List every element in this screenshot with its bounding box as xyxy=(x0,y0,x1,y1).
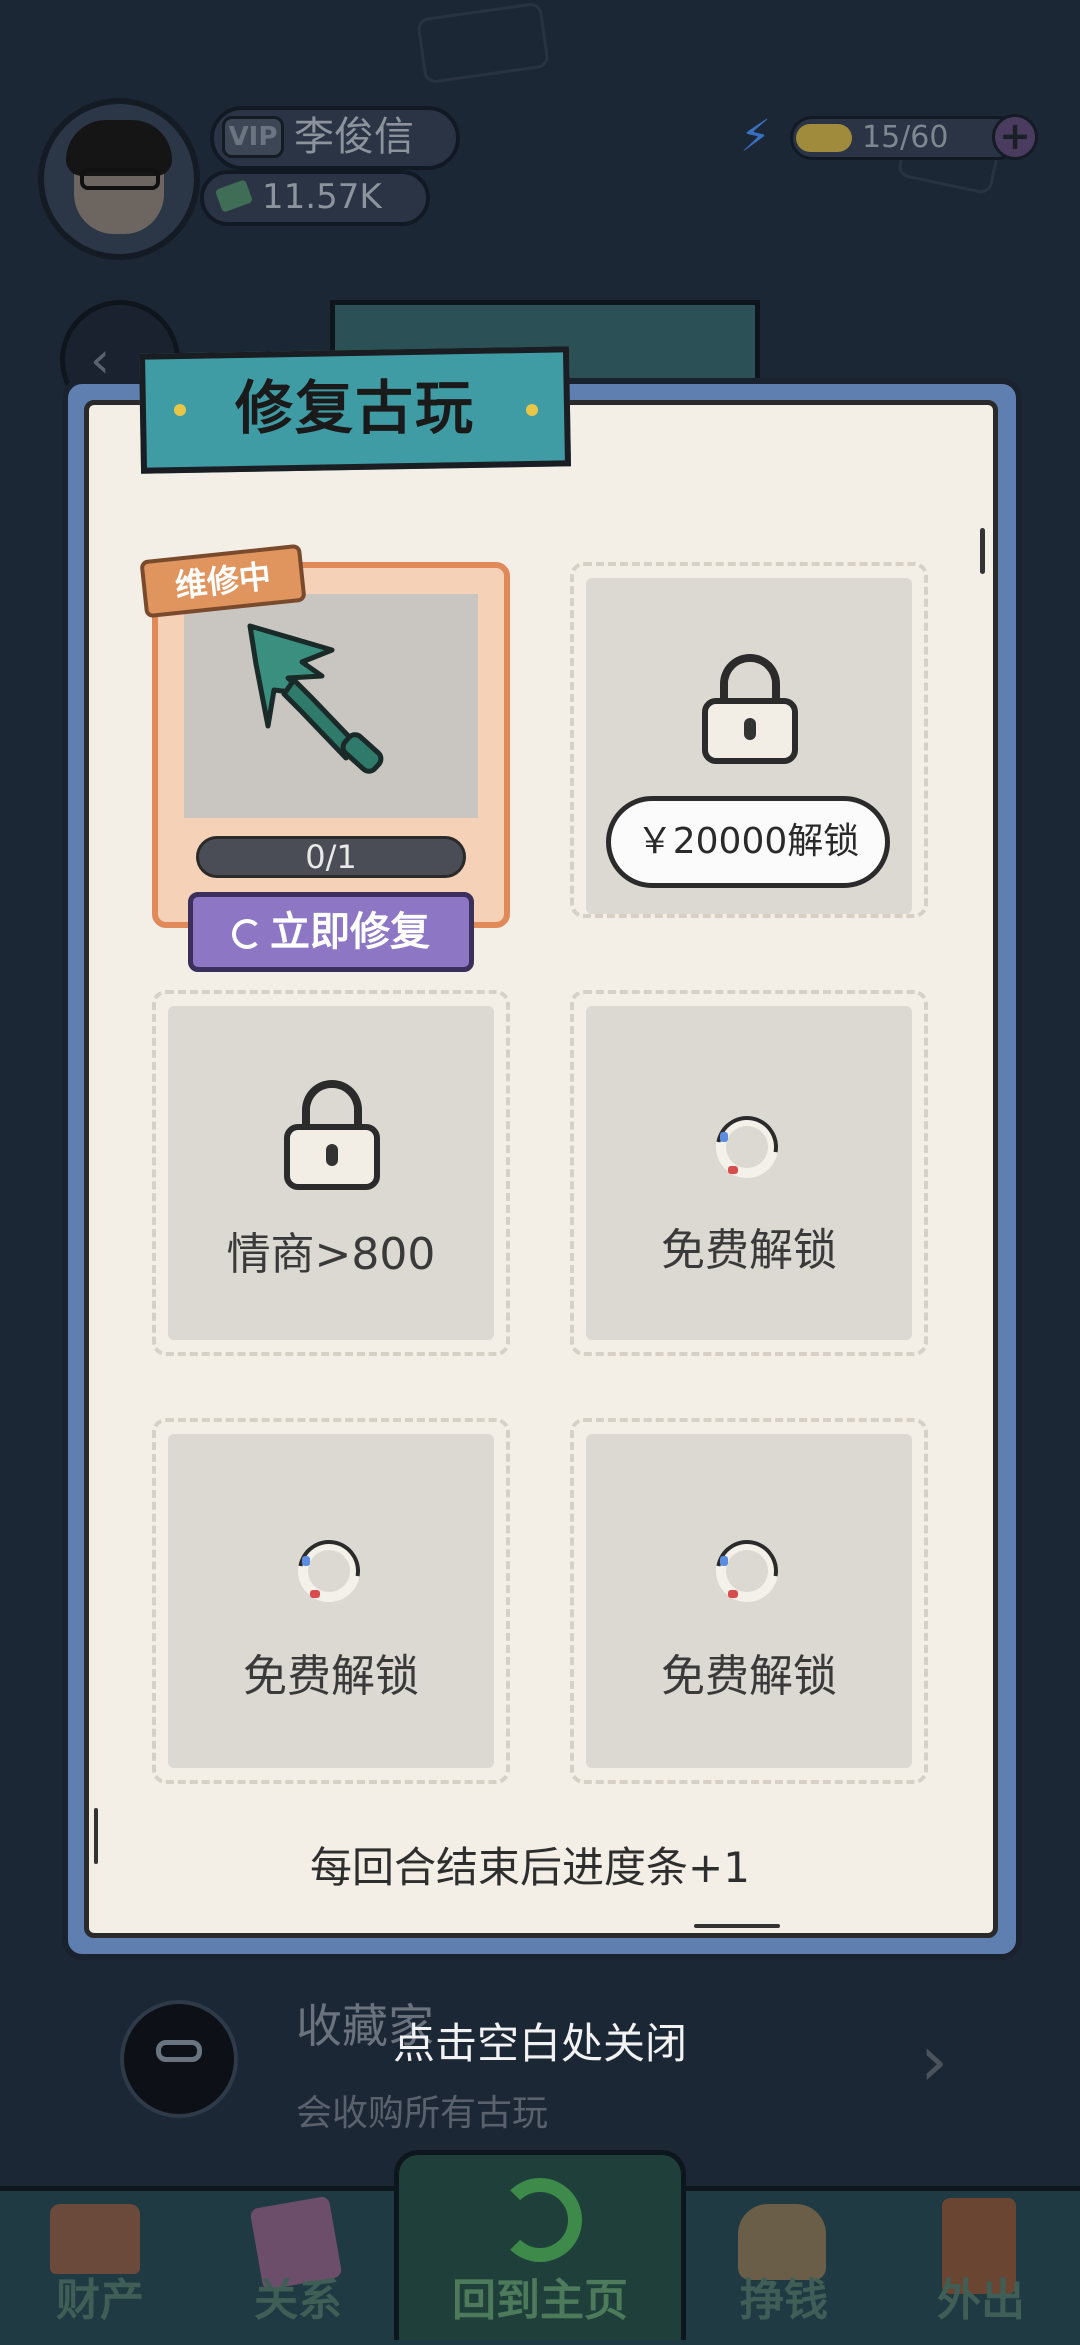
dialog-bottom-line xyxy=(694,1924,780,1928)
nav-earn-label: 挣钱 xyxy=(740,2275,828,2326)
instant-repair-label: 立即修复 xyxy=(270,909,430,955)
lock-icon xyxy=(284,1080,380,1190)
instant-repair-button[interactable]: 立即修复 xyxy=(188,892,474,972)
add-energy-button[interactable]: + xyxy=(992,114,1038,160)
spear-head-icon xyxy=(247,623,384,774)
ad-spinner-icon xyxy=(232,919,262,949)
paid-unlock-button[interactable]: ￥20000解锁 xyxy=(606,796,890,888)
vip-badge[interactable]: VIP xyxy=(222,116,284,158)
slot-requirement-label: 情商>800 xyxy=(226,1229,436,1280)
nav-relations[interactable]: 关系 xyxy=(200,2186,396,2340)
dialog-title: 修复古玩 xyxy=(234,374,475,442)
scrollbar[interactable] xyxy=(980,528,985,574)
nav-relations-label: 关系 xyxy=(254,2275,342,2326)
antique-image xyxy=(184,594,478,818)
ad-spinner-icon xyxy=(703,1527,791,1615)
free-unlock-label[interactable]: 免费解锁 xyxy=(168,1640,494,1704)
lock-icon xyxy=(702,654,798,764)
player-name: 李俊信 xyxy=(294,114,414,160)
energy-value: 15/60 xyxy=(862,120,949,155)
player-avatar[interactable] xyxy=(38,98,200,260)
progress-note: 每回合结束后进度条+1 xyxy=(310,1843,750,1892)
nav-home-label: 回到主页 xyxy=(452,2275,628,2326)
collector-desc: 会收购所有古玩 xyxy=(296,2093,549,2134)
free-unlock-label[interactable]: 免费解锁 xyxy=(586,1640,912,1704)
repair-progress: 0/1 xyxy=(196,836,466,878)
money-value: 11.57K xyxy=(262,177,382,217)
nav-outing-label: 外出 xyxy=(937,2275,1025,2326)
nav-home[interactable]: 回到主页 xyxy=(394,2178,686,2340)
ad-spinner-icon xyxy=(285,1527,373,1615)
scrollbar-marker xyxy=(94,1808,98,1864)
ad-spinner-icon xyxy=(703,1103,791,1191)
return-arrow-icon xyxy=(498,2178,582,2262)
lightning-icon: ⚡ xyxy=(740,111,771,162)
nav-outing[interactable]: 外出 xyxy=(882,2186,1080,2340)
close-hint[interactable]: 点击空白处关闭 xyxy=(0,2010,1080,2071)
nav-assets-label: 财产 xyxy=(56,2275,144,2326)
free-unlock-label[interactable]: 免费解锁 xyxy=(586,1214,912,1278)
nav-assets[interactable]: 财产 xyxy=(0,2186,200,2340)
nav-earn[interactable]: 挣钱 xyxy=(686,2186,882,2340)
energy-bar xyxy=(796,124,852,152)
